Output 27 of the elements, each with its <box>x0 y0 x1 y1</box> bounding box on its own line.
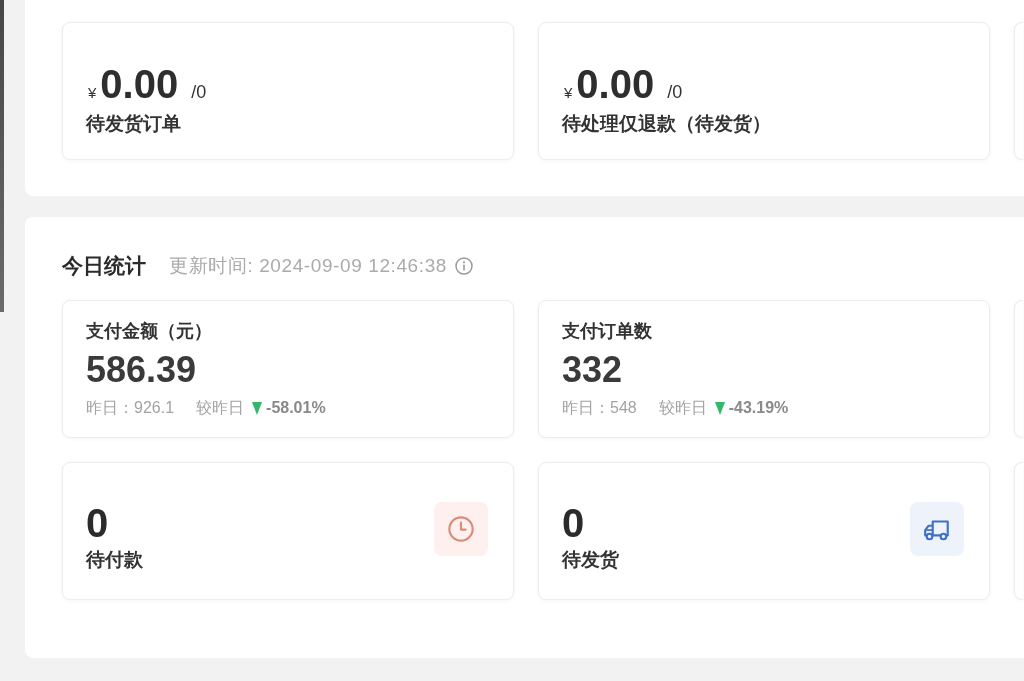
update-time: 更新时间: 2024-09-09 12:46:38 <box>169 254 447 278</box>
truck-icon <box>910 502 964 556</box>
amount-value: 0.00 <box>576 62 655 106</box>
currency-symbol: ¥ <box>88 83 97 103</box>
currency-symbol: ¥ <box>564 83 573 103</box>
counter-value: 0 <box>562 501 586 545</box>
counter-value: 0 <box>86 501 110 545</box>
metric-label: 支付订单数 <box>562 320 653 343</box>
counter-label: 待付款 <box>86 548 143 572</box>
metric-label: 支付金额（元） <box>86 320 213 343</box>
compare-label: 较昨日 <box>658 398 707 418</box>
metric-value: 586.39 <box>86 350 198 390</box>
order-count: /0 <box>667 81 683 104</box>
card-label: 待发货订单 <box>86 112 182 136</box>
info-icon[interactable] <box>455 257 473 275</box>
clock-icon <box>434 502 488 556</box>
card-label: 待处理仅退款（待发货） <box>562 112 772 136</box>
order-count: /0 <box>191 81 207 104</box>
change-percent: -43.19% <box>728 398 789 418</box>
change-percent: -58.01% <box>266 398 326 418</box>
metric-value: 332 <box>562 350 624 390</box>
yesterday-value: 昨日：926.1 <box>86 398 175 418</box>
section-title: 今日统计 <box>62 253 146 279</box>
yesterday-value: 昨日：548 <box>562 398 637 418</box>
counter-label: 待发货 <box>562 548 619 572</box>
compare-label: 较昨日 <box>196 398 245 418</box>
amount-value: 0.00 <box>100 62 179 106</box>
